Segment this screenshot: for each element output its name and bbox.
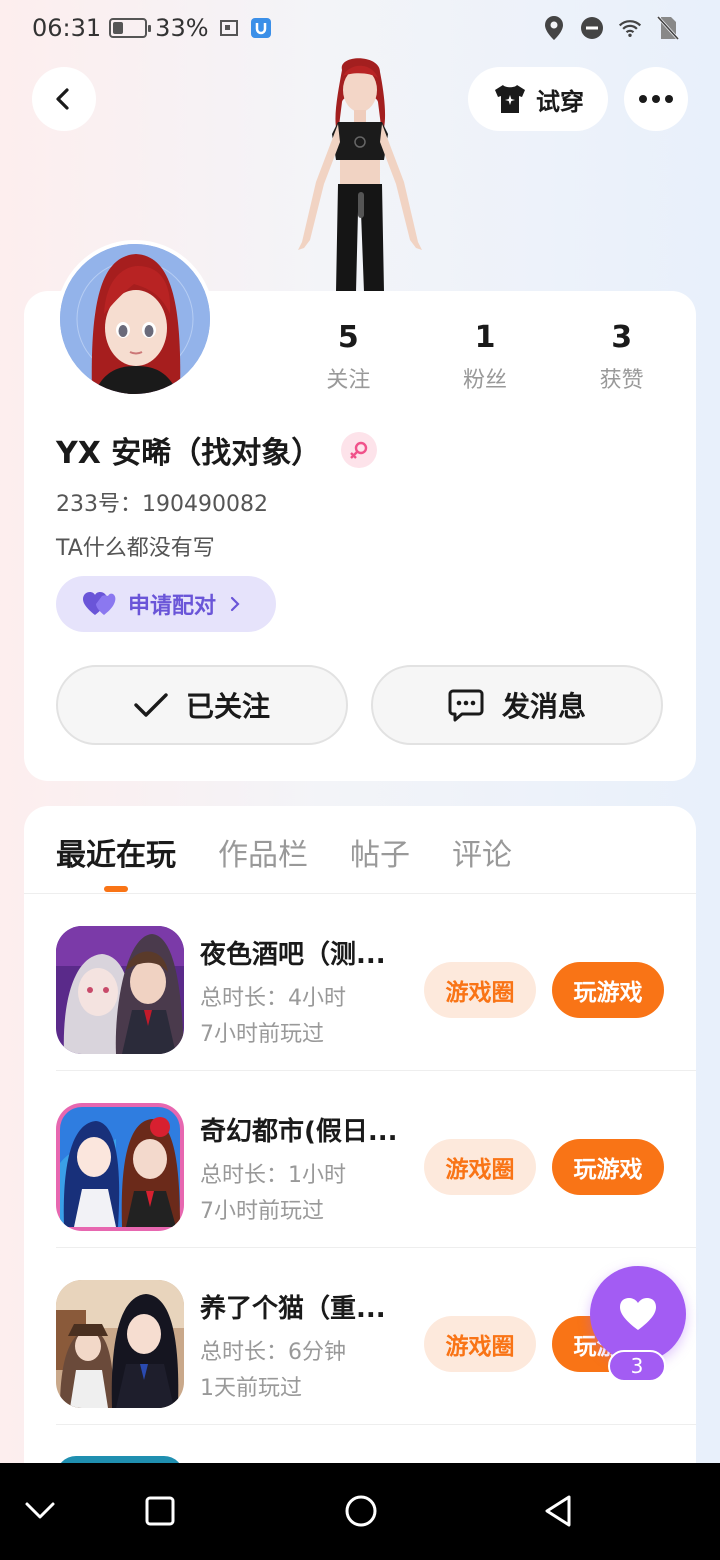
app-shield-icon bbox=[249, 16, 273, 40]
square-icon bbox=[145, 1496, 175, 1526]
stat-followers-label: 粉丝 bbox=[463, 368, 508, 393]
tab-comments[interactable]: 评论 bbox=[452, 830, 512, 873]
stat-following-count: 5 bbox=[337, 320, 359, 355]
back-button[interactable] bbox=[32, 67, 96, 131]
game-icon[interactable] bbox=[56, 1280, 184, 1408]
chevron-down-icon bbox=[25, 1502, 55, 1519]
stat-followers[interactable]: 1 粉丝 bbox=[417, 320, 554, 400]
screenshot-icon bbox=[217, 16, 241, 40]
stat-likes-label: 获赞 bbox=[599, 368, 644, 393]
play-game-button[interactable]: 玩游戏 bbox=[552, 962, 664, 1018]
row-divider bbox=[56, 1424, 696, 1425]
tab-posts[interactable]: 帖子 bbox=[350, 830, 410, 873]
battery-percent: 33% bbox=[155, 14, 209, 42]
send-message-label: 发消息 bbox=[501, 690, 586, 723]
game-last-played: 7小时前玩过 bbox=[200, 1199, 324, 1224]
request-pairing-label: 申请配对 bbox=[128, 594, 217, 619]
double-heart-icon bbox=[83, 592, 116, 615]
game-icon[interactable] bbox=[56, 1103, 184, 1231]
no-sim-icon bbox=[656, 15, 680, 41]
send-message-button[interactable]: 发消息 bbox=[371, 665, 663, 745]
user-id: 233号：190490082 bbox=[56, 492, 268, 517]
game-duration: 总时长：4小时 bbox=[200, 986, 346, 1011]
stat-following[interactable]: 5 关注 bbox=[280, 320, 417, 400]
chat-bubble-icon bbox=[448, 689, 484, 722]
game-duration: 总时长：6分钟 bbox=[200, 1340, 346, 1365]
try-on-button[interactable]: 试穿 bbox=[468, 67, 608, 131]
nav-home-button[interactable] bbox=[337, 1487, 385, 1535]
back-arrow-icon bbox=[56, 88, 69, 110]
stat-likes-count: 3 bbox=[611, 320, 633, 355]
stat-following-label: 关注 bbox=[326, 368, 371, 393]
floating-like-button[interactable] bbox=[590, 1266, 686, 1362]
wifi-icon bbox=[618, 16, 642, 40]
game-circle-button[interactable]: 游戏圈 bbox=[424, 1139, 536, 1195]
heart-icon bbox=[620, 1298, 656, 1330]
nav-collapse-button[interactable] bbox=[16, 1487, 64, 1535]
content-card: 最近在玩 作品栏 帖子 评论 夜色酒吧（测... 总时长：4小时 7小时前玩过 … bbox=[24, 806, 696, 1560]
name-row: YX 安晞（找对象） bbox=[56, 428, 378, 472]
status-time: 06:31 bbox=[32, 14, 102, 42]
avatar-character-figure[interactable] bbox=[280, 52, 440, 292]
status-bar: 06:31 33% bbox=[0, 0, 720, 56]
request-pairing-button[interactable]: 申请配对 bbox=[56, 576, 276, 632]
battery-icon bbox=[109, 18, 152, 38]
followed-button[interactable]: 已关注 bbox=[56, 665, 348, 745]
active-tab-indicator bbox=[104, 886, 128, 892]
stat-likes[interactable]: 3 获赞 bbox=[553, 320, 690, 400]
system-navigation-bar bbox=[0, 1463, 720, 1560]
game-icon[interactable] bbox=[56, 926, 184, 1054]
game-row[interactable]: 奇幻都市(假日... 总时长：1小时 7小时前玩过 游戏圈 玩游戏 bbox=[56, 1071, 696, 1248]
game-circle-button[interactable]: 游戏圈 bbox=[424, 962, 536, 1018]
play-game-button[interactable]: 玩游戏 bbox=[552, 1139, 664, 1195]
stat-followers-count: 1 bbox=[474, 320, 496, 355]
more-dots-icon bbox=[639, 95, 673, 103]
do-not-disturb-icon bbox=[580, 16, 604, 40]
game-last-played: 7小时前玩过 bbox=[200, 1022, 324, 1047]
user-bio: TA什么都没有写 bbox=[56, 536, 215, 561]
avatar[interactable] bbox=[56, 240, 214, 398]
more-options-button[interactable] bbox=[624, 67, 688, 131]
location-icon bbox=[542, 16, 566, 40]
nav-recents-button[interactable] bbox=[136, 1487, 184, 1535]
tab-recently-played[interactable]: 最近在玩 bbox=[56, 830, 176, 873]
game-title: 奇幻都市(假日... bbox=[200, 1117, 398, 1147]
followed-label: 已关注 bbox=[185, 690, 270, 723]
game-duration: 总时长：1小时 bbox=[200, 1163, 346, 1188]
triangle-back-icon bbox=[545, 1495, 571, 1527]
chevron-right-icon bbox=[230, 596, 240, 612]
tshirt-icon bbox=[495, 85, 525, 113]
game-circle-button[interactable]: 游戏圈 bbox=[424, 1316, 536, 1372]
game-title: 养了个猫（重... bbox=[200, 1294, 386, 1324]
tab-works[interactable]: 作品栏 bbox=[218, 830, 308, 873]
like-count-badge: 3 bbox=[608, 1350, 666, 1382]
female-gender-icon bbox=[341, 432, 378, 468]
nav-back-button[interactable] bbox=[534, 1487, 582, 1535]
try-on-label: 试穿 bbox=[536, 87, 584, 116]
game-row[interactable]: 夜色酒吧（测... 总时长：4小时 7小时前玩过 游戏圈 玩游戏 bbox=[56, 894, 696, 1071]
check-icon bbox=[134, 693, 168, 717]
game-title: 夜色酒吧（测... bbox=[200, 940, 386, 970]
user-name: YX 安晞（找对象） bbox=[56, 436, 322, 471]
game-last-played: 1天前玩过 bbox=[200, 1376, 302, 1401]
profile-stats: 5 关注 1 粉丝 3 获赞 bbox=[280, 320, 690, 400]
circle-icon bbox=[345, 1495, 377, 1527]
tab-bar: 最近在玩 作品栏 帖子 评论 bbox=[56, 830, 512, 873]
